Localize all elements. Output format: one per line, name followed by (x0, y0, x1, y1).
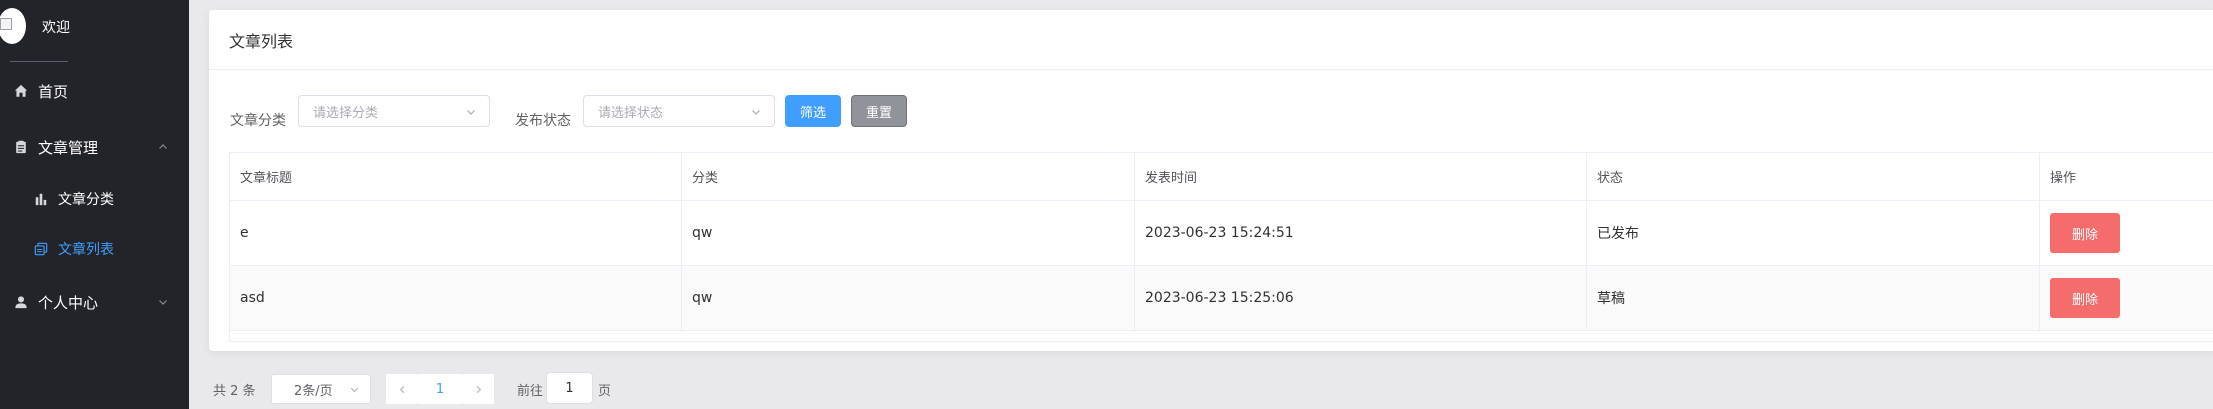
sidebar-item-label: 文章管理 (38, 138, 99, 157)
article-table: 文章标题 分类 发表时间 状态 操作 e qw 2023-06-23 15:24… (229, 152, 2213, 342)
column-header-action: 操作 (2050, 171, 2077, 186)
next-page-button[interactable] (462, 374, 494, 404)
category-select[interactable]: 请选择分类 (298, 95, 490, 127)
goto-label: 前往 (517, 384, 544, 399)
user-icon (14, 295, 28, 309)
cell-action: 删除 (2040, 201, 2213, 265)
bar-chart-icon (34, 192, 48, 206)
pagination-total: 共 2 条 (213, 384, 256, 399)
sidebar-item-label: 个人中心 (38, 293, 99, 312)
page-unit-label: 页 (598, 384, 612, 399)
status-select-placeholder: 请选择状态 (598, 105, 664, 121)
article-list-card: 文章列表 文章分类 请选择分类 发布状态 请选择状态 筛选 重置 文章标题 分类… (209, 10, 2213, 351)
brand-divider (10, 61, 68, 62)
reset-button[interactable]: 重置 (851, 95, 907, 127)
table-header-row: 文章标题 分类 发表时间 状态 操作 (230, 153, 2213, 201)
column-header-time: 发表时间 (1135, 153, 1587, 200)
page-number-1[interactable]: 1 (418, 374, 462, 404)
cell-action: 删除 (2040, 266, 2213, 330)
prev-page-button[interactable] (386, 374, 418, 404)
chevron-right-icon (476, 385, 481, 393)
sidebar-item-article-management[interactable]: 文章管理 (0, 119, 189, 175)
cell-category: qw (682, 201, 1135, 265)
goto-page-input[interactable]: 1 (546, 372, 593, 404)
table-row: asd qw 2023-06-23 15:25:06 草稿 删除 (230, 266, 2213, 331)
category-filter-label: 文章分类 (230, 113, 286, 129)
cell-category: qw (682, 266, 1135, 330)
avatar (0, 8, 26, 44)
chevron-up-icon (159, 144, 167, 149)
broken-image-icon (0, 18, 12, 30)
chevron-left-icon (399, 385, 404, 393)
filter-button[interactable]: 筛选 (785, 95, 841, 127)
sidebar-item-article-category[interactable]: 文章分类 (0, 174, 189, 224)
page-size-value: 2条/页 (294, 383, 333, 399)
category-select-placeholder: 请选择分类 (313, 105, 379, 121)
document-icon (14, 140, 28, 154)
cell-title: asd (230, 266, 682, 330)
chevron-down-icon (467, 110, 475, 115)
cell-status: 已发布 (1587, 201, 2040, 265)
welcome-text: 欢迎 (42, 20, 70, 36)
chevron-down-icon (159, 300, 167, 305)
home-icon (14, 84, 28, 98)
chevron-down-icon (752, 110, 760, 115)
column-header-category: 分类 (682, 153, 1135, 200)
sidebar-item-label: 文章列表 (58, 242, 114, 258)
status-select[interactable]: 请选择状态 (583, 95, 775, 127)
sidebar-item-article-list[interactable]: 文章列表 (0, 224, 189, 274)
delete-button[interactable]: 删除 (2050, 278, 2120, 318)
cell-time: 2023-06-23 15:24:51 (1135, 201, 1587, 265)
sidebar-item-label: 首页 (38, 82, 69, 101)
sidebar-item-home[interactable]: 首页 (0, 63, 189, 119)
sidebar: 欢迎 首页 文章管理 文章分类 文章列表 个人中心 (0, 0, 189, 409)
card-header: 文章列表 (209, 10, 2213, 70)
delete-button[interactable]: 删除 (2050, 213, 2120, 253)
chevron-down-icon (350, 387, 359, 393)
cell-time: 2023-06-23 15:25:06 (1135, 266, 1587, 330)
column-header-title: 文章标题 (230, 153, 682, 200)
cell-title: e (230, 201, 682, 265)
sidebar-item-personal-center[interactable]: 个人中心 (0, 274, 189, 330)
sidebar-item-label: 文章分类 (58, 192, 114, 208)
column-header-status: 状态 (1587, 153, 2040, 200)
page-size-select[interactable]: 2条/页 (271, 374, 371, 404)
copy-icon (34, 242, 48, 256)
table-row: e qw 2023-06-23 15:24:51 已发布 删除 (230, 201, 2213, 266)
cell-status: 草稿 (1587, 266, 2040, 330)
status-filter-label: 发布状态 (515, 113, 571, 129)
brand: 欢迎 (0, 0, 189, 64)
page-title: 文章列表 (229, 31, 294, 51)
